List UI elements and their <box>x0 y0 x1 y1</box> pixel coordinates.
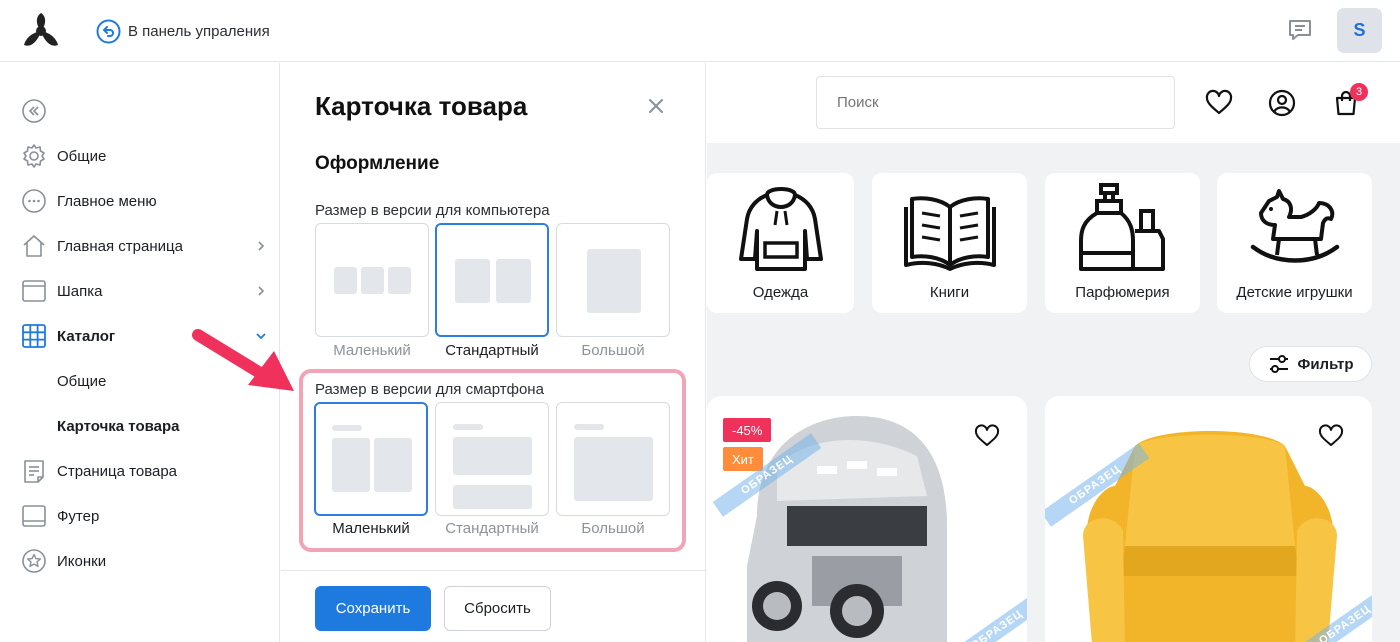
sale-badge: -45% <box>723 418 772 442</box>
category-card-clothes[interactable]: Одежда <box>707 173 854 313</box>
sidebar-item-label: Главная страница <box>57 237 183 255</box>
perfume-bottle-icon <box>1078 183 1165 271</box>
back-link-label: В панель упраления <box>128 22 270 40</box>
close-icon[interactable] <box>647 97 665 115</box>
desktop-size-large-option[interactable] <box>556 223 670 337</box>
cart-count-badge: 3 <box>1350 83 1368 101</box>
category-card-toys[interactable]: Детские игрушки <box>1217 173 1372 313</box>
sidebar-item-footer[interactable]: Футер <box>0 496 280 536</box>
save-button[interactable]: Сохранить <box>315 586 431 631</box>
chevron-right-icon <box>258 286 265 296</box>
sidebar-item-label: Иконки <box>57 552 107 570</box>
sidebar-item-label: Общие <box>57 372 107 390</box>
favorite-heart-icon[interactable] <box>974 424 1000 448</box>
product-card-settings-panel: Карточка товара Оформление Размер в верс… <box>281 63 706 642</box>
desktop-size-small-label: Маленький <box>333 342 411 359</box>
filter-label: Фильтр <box>1297 355 1354 373</box>
home-icon <box>23 235 45 257</box>
hit-badge: Хит <box>723 447 763 471</box>
hoodie-icon <box>738 187 823 271</box>
desktop-size-label: Размер в версии для компьютера <box>315 202 550 219</box>
sidebar-item-label: Футер <box>57 507 100 525</box>
mobile-size-large-option[interactable] <box>556 402 670 516</box>
rocking-horse-icon <box>1250 189 1339 263</box>
gear-icon <box>23 144 45 168</box>
category-label: Одежда <box>752 284 809 301</box>
sidebar-item-label: Страница товара <box>57 462 178 480</box>
sidebar-item-main-menu[interactable]: Главное меню <box>0 181 280 221</box>
document-icon <box>24 460 44 483</box>
sidebar-item-header[interactable]: Шапка <box>0 271 280 311</box>
sidebar-item-product-page[interactable]: Страница товара <box>0 451 280 491</box>
logo-icon[interactable] <box>20 11 62 51</box>
product-card-helmet[interactable]: -45% Хит ОБРАЗЕЦ ОБРАЗЕЦ <box>707 396 1027 642</box>
pointer-arrow-icon <box>192 329 294 391</box>
window-icon <box>22 280 46 302</box>
category-label: Парфюмерия <box>1075 284 1170 301</box>
mobile-size-small-option[interactable] <box>314 402 428 516</box>
panel-title: Карточка товара <box>315 91 528 121</box>
preview-header: 3 <box>707 63 1400 143</box>
reset-button[interactable]: Сбросить <box>444 586 551 631</box>
store-preview: 3 Одежда Книги <box>707 63 1400 642</box>
desktop-size-small-option[interactable] <box>315 223 429 337</box>
sidebar-subitem-product-card[interactable]: Карточка товара <box>0 406 280 446</box>
top-bar: В панель упраления S <box>0 0 1400 62</box>
sidebar-item-label: Карточка товара <box>57 417 180 435</box>
chevron-right-icon <box>258 241 265 251</box>
mobile-size-label: Размер в версии для смартфона <box>315 381 544 398</box>
back-circle-icon <box>96 19 121 43</box>
open-book-icon <box>903 196 996 271</box>
sidebar-item-label: Шапка <box>57 282 103 300</box>
mobile-size-standard-label: Стандартный <box>445 520 539 537</box>
user-circle-icon[interactable] <box>1267 88 1297 118</box>
filter-sliders-icon <box>1269 355 1288 373</box>
collapse-sidebar-icon[interactable] <box>22 99 46 123</box>
star-circle-icon <box>22 549 46 573</box>
back-to-dashboard-link[interactable]: В панель упраления <box>96 18 270 44</box>
filter-button[interactable]: Фильтр <box>1249 346 1372 382</box>
sidebar-item-icons[interactable]: Иконки <box>0 541 280 581</box>
footer-icon <box>22 505 46 527</box>
sidebar-item-label: Главное меню <box>57 192 157 210</box>
favorite-heart-icon[interactable] <box>1318 424 1344 448</box>
mobile-size-standard-option[interactable] <box>435 402 549 516</box>
desktop-size-large-label: Большой <box>581 342 645 359</box>
sidebar-item-label: Каталог <box>57 327 116 345</box>
mobile-size-small-label: Маленький <box>332 520 410 537</box>
search-input[interactable] <box>816 76 1175 129</box>
grid-icon <box>22 324 46 348</box>
product-card-armchair[interactable]: ОБРАЗЕЦ ОБРАЗЕЦ <box>1045 396 1372 642</box>
panel-footer: Сохранить Сбросить <box>281 570 705 642</box>
heart-icon[interactable] <box>1204 88 1234 118</box>
sidebar-item-home-page[interactable]: Главная страница <box>0 226 280 266</box>
category-card-perfume[interactable]: Парфюмерия <box>1045 173 1200 313</box>
mobile-size-large-label: Большой <box>581 520 645 537</box>
category-label: Детские игрушки <box>1236 284 1353 301</box>
category-card-books[interactable]: Книги <box>872 173 1027 313</box>
chat-icon[interactable] <box>1286 16 1314 44</box>
desktop-size-standard-option[interactable] <box>435 223 549 337</box>
sidebar-item-general[interactable]: Общие <box>0 136 280 176</box>
more-circle-icon <box>22 189 46 213</box>
sidebar-item-label: Общие <box>57 147 107 165</box>
category-label: Книги <box>929 284 970 301</box>
user-avatar[interactable]: S <box>1337 8 1382 53</box>
desktop-size-standard-label: Стандартный <box>445 342 539 359</box>
section-title: Оформление <box>315 153 440 174</box>
